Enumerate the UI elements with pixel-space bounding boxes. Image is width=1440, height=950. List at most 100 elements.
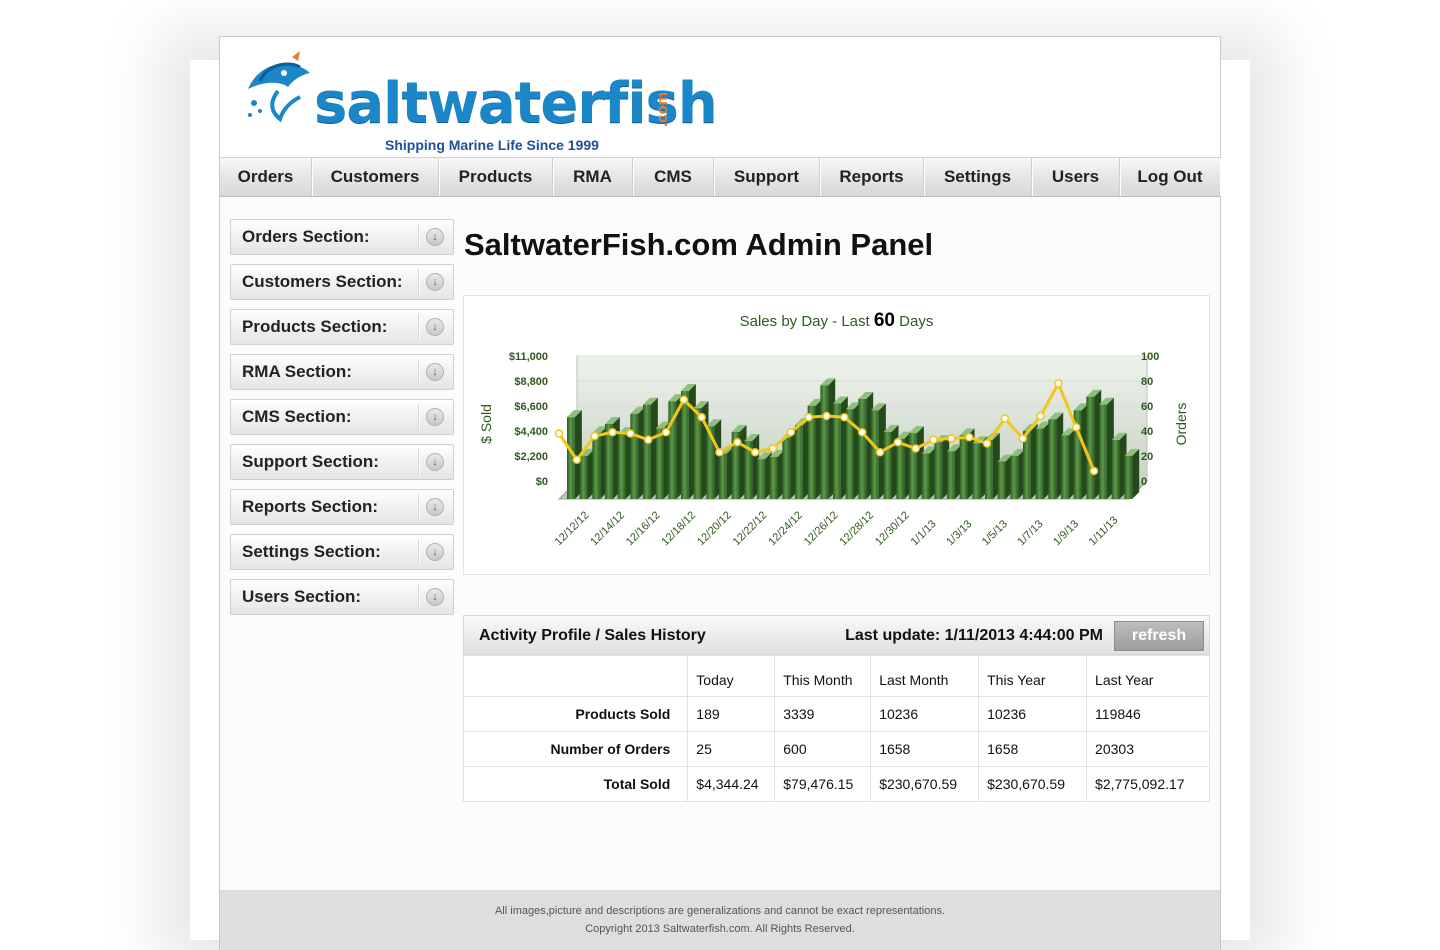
circle-arrow-down-icon[interactable]: ↓ (426, 588, 444, 606)
chart-bar (681, 391, 689, 499)
circle-arrow-down-icon[interactable]: ↓ (426, 363, 444, 381)
circle-arrow-down-icon[interactable]: ↓ (426, 498, 444, 516)
chart-bar (592, 433, 601, 499)
row-label: Products Sold (462, 696, 689, 732)
sidebar-item-rma-section[interactable]: RMA Section: ↓ (230, 354, 454, 390)
chart-x-tick-label: 12/22/12 (731, 509, 770, 548)
chart-y2-tick-label: 60 (1141, 401, 1153, 413)
logo-suffix: .com (654, 91, 671, 127)
sidebar-item-label: Customers Section: (242, 272, 403, 291)
sidebar-item-orders-section[interactable]: Orders Section: ↓ (230, 219, 454, 255)
chart-x-tick-label: 12/12/12 (553, 509, 592, 548)
table-cell: 189 (687, 696, 776, 732)
chart-x-tick-label: 1/1/13 (909, 518, 939, 548)
sidebar-item-customers-section[interactable]: Customers Section: ↓ (230, 264, 454, 300)
nav-reports[interactable]: Reports (820, 158, 924, 196)
nav-products[interactable]: Products (439, 158, 553, 196)
sidebar-item-cms-section[interactable]: CMS Section: ↓ (230, 399, 454, 435)
circle-arrow-down-icon[interactable]: ↓ (426, 543, 444, 561)
nav-settings[interactable]: Settings (924, 158, 1032, 196)
chart-y-axis-label: $ Sold (478, 404, 494, 444)
chart-orders-point (1036, 411, 1045, 421)
chart-orders-point (768, 444, 778, 453)
nav-cms[interactable]: CMS (633, 158, 714, 196)
chart-x-tick-label: 12/16/12 (624, 509, 663, 548)
chart-x-tick-label: 1/7/13 (1015, 518, 1045, 548)
chart-orders-point (715, 448, 724, 457)
sidebar-divider (418, 449, 419, 475)
sidebar-divider (418, 404, 419, 430)
circle-arrow-down-icon[interactable]: ↓ (426, 408, 444, 426)
chart-orders-point (822, 411, 831, 421)
nav-customers[interactable]: Customers (312, 158, 439, 196)
chart-x-tick-label: 1/9/13 (1051, 518, 1081, 548)
chart-y2-tick-label: 20 (1141, 451, 1153, 463)
circle-arrow-down-icon[interactable]: ↓ (426, 273, 444, 291)
chart-bar (1111, 439, 1120, 499)
chart-bar (795, 425, 803, 499)
chart-bar (782, 437, 791, 499)
chart-bar (1048, 419, 1057, 499)
nav-users[interactable]: Users (1032, 158, 1120, 196)
sales-chart: Sales by Day - Last 60 Days $11,000 $8,80… (463, 295, 1210, 575)
chart-y-tick-label: $8,800 (514, 376, 548, 388)
header: saltwaterfish .com Shipping Marine Life … (220, 37, 1220, 157)
sidebar-item-users-section[interactable]: Users Section: ↓ (230, 579, 454, 615)
chart-bar (896, 438, 905, 499)
nav-rma[interactable]: RMA (553, 158, 633, 196)
circle-arrow-down-icon[interactable]: ↓ (426, 318, 444, 336)
chart-bar (1061, 435, 1069, 499)
chart-orders-point (1071, 423, 1081, 432)
chart-orders-point (590, 431, 599, 441)
sidebar-item-label: Orders Section: (242, 227, 370, 246)
chart-y2-axis-label: Orders (1173, 403, 1189, 446)
chart-x-tick-label: 12/30/12 (873, 509, 912, 548)
table-cell: 119846 (1086, 696, 1210, 732)
chart-bar (579, 455, 588, 499)
chart-y-tick-label: $6,600 (514, 401, 548, 413)
chart-y2-tick-label: 80 (1141, 376, 1153, 388)
column-header: This Month (774, 655, 872, 697)
chart-y-tick-label: $0 (536, 476, 548, 488)
site-logo[interactable]: saltwaterfish .com Shipping Marine Life … (240, 49, 718, 153)
table-cell: 1658 (870, 731, 980, 767)
sidebar-item-label: Settings Section: (242, 542, 381, 561)
chart-orders-point (947, 434, 956, 443)
table-cell: 1658 (978, 731, 1088, 767)
nav-support[interactable]: Support (714, 158, 820, 196)
main-nav: Orders Customers Products RMA CMS Support Repo… (220, 157, 1220, 197)
chart-bar (972, 443, 981, 499)
sidebar-item-label: Users Section: (242, 587, 362, 606)
chart-bar (655, 428, 664, 499)
chart-orders-point (733, 438, 742, 447)
chart-orders-point (804, 413, 813, 422)
chart-bar-side (1132, 448, 1140, 499)
sidebar-divider (418, 584, 419, 610)
row-label: Total Sold (462, 766, 689, 802)
refresh-button[interactable]: refresh (1114, 621, 1204, 651)
table-cell: $230,670.59 (978, 766, 1088, 802)
table-cell: 10236 (870, 696, 980, 732)
chart-x-tick-label: 1/11/13 (1087, 514, 1121, 548)
chart-x-tick-label: 12/14/12 (588, 509, 627, 548)
circle-arrow-down-icon[interactable]: ↓ (426, 228, 444, 246)
last-update: Last update: 1/11/2013 4:44:00 PM (845, 627, 1103, 644)
chart-orders-point (1089, 466, 1099, 476)
chart-x-tick-label: 12/20/12 (695, 509, 734, 548)
sidebar-item-reports-section[interactable]: Reports Section: ↓ (230, 489, 454, 525)
sidebar-item-products-section[interactable]: Products Section: ↓ (230, 309, 454, 345)
chart-bar (617, 434, 626, 499)
chart-bar (858, 399, 867, 499)
chart-bar (883, 431, 892, 499)
nav-orders[interactable]: Orders (220, 158, 312, 196)
sidebar-item-support-section[interactable]: Support Section: ↓ (230, 444, 454, 480)
table-cell: 3339 (774, 696, 872, 732)
sidebar-item-label: Support Section: (242, 452, 379, 471)
circle-arrow-down-icon[interactable]: ↓ (426, 453, 444, 471)
column-header: Today (687, 655, 776, 697)
table-header-row: Today This Month Last Month This Year Last Y… (462, 655, 1210, 697)
footer: All images,picture and descriptions are … (220, 890, 1220, 950)
sidebar-item-settings-section[interactable]: Settings Section: ↓ (230, 534, 454, 570)
table-row: Number of Orders 25 600 1658 1658 20303 (462, 731, 1210, 767)
nav-log-out[interactable]: Log Out (1120, 158, 1220, 196)
